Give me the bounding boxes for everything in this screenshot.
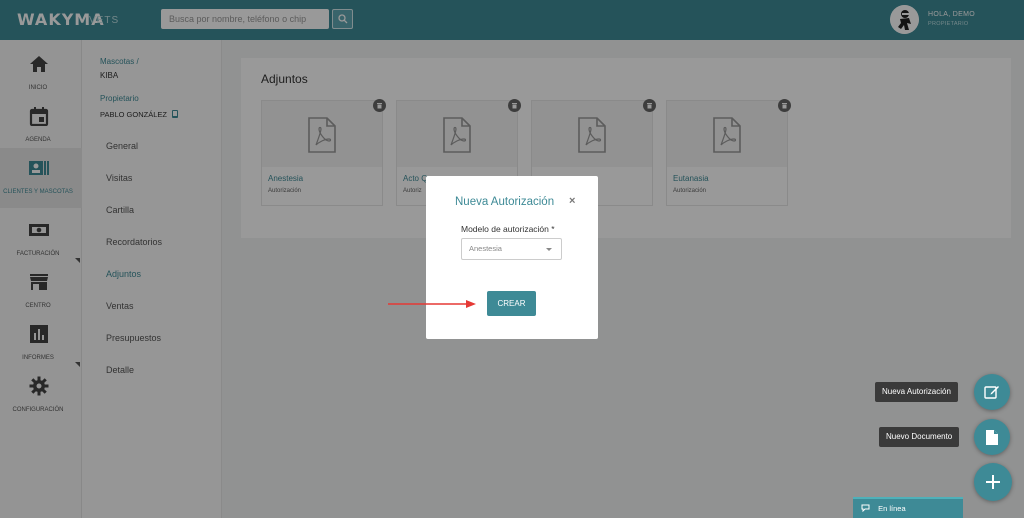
chat-widget[interactable]: En línea: [853, 497, 963, 518]
chat-bubble-icon: [861, 504, 870, 513]
chat-status: En línea: [878, 504, 906, 513]
edit-icon: [984, 386, 999, 399]
chevron-down-icon: [546, 248, 552, 251]
plus-icon: [986, 475, 1000, 489]
annotation-arrow-icon: [388, 300, 476, 308]
new-authorization-modal: Nueva Autorización × Modelo de autorizac…: [426, 176, 598, 339]
authorization-model-select[interactable]: Anestesia: [461, 238, 562, 260]
new-document-tooltip: Nuevo Documento: [879, 427, 960, 447]
new-document-fab[interactable]: [974, 419, 1010, 455]
add-fab[interactable]: [974, 463, 1012, 501]
new-authorization-fab[interactable]: [974, 374, 1010, 410]
new-authorization-tooltip: Nueva Autorización: [875, 382, 958, 402]
selected-value: Anestesia: [469, 244, 502, 253]
modal-title: Nueva Autorización: [455, 196, 555, 208]
authorization-model-label: Modelo de autorización *: [461, 224, 555, 234]
create-button[interactable]: CREAR: [487, 291, 536, 316]
document-icon: [986, 429, 998, 445]
close-icon[interactable]: ×: [569, 195, 575, 207]
